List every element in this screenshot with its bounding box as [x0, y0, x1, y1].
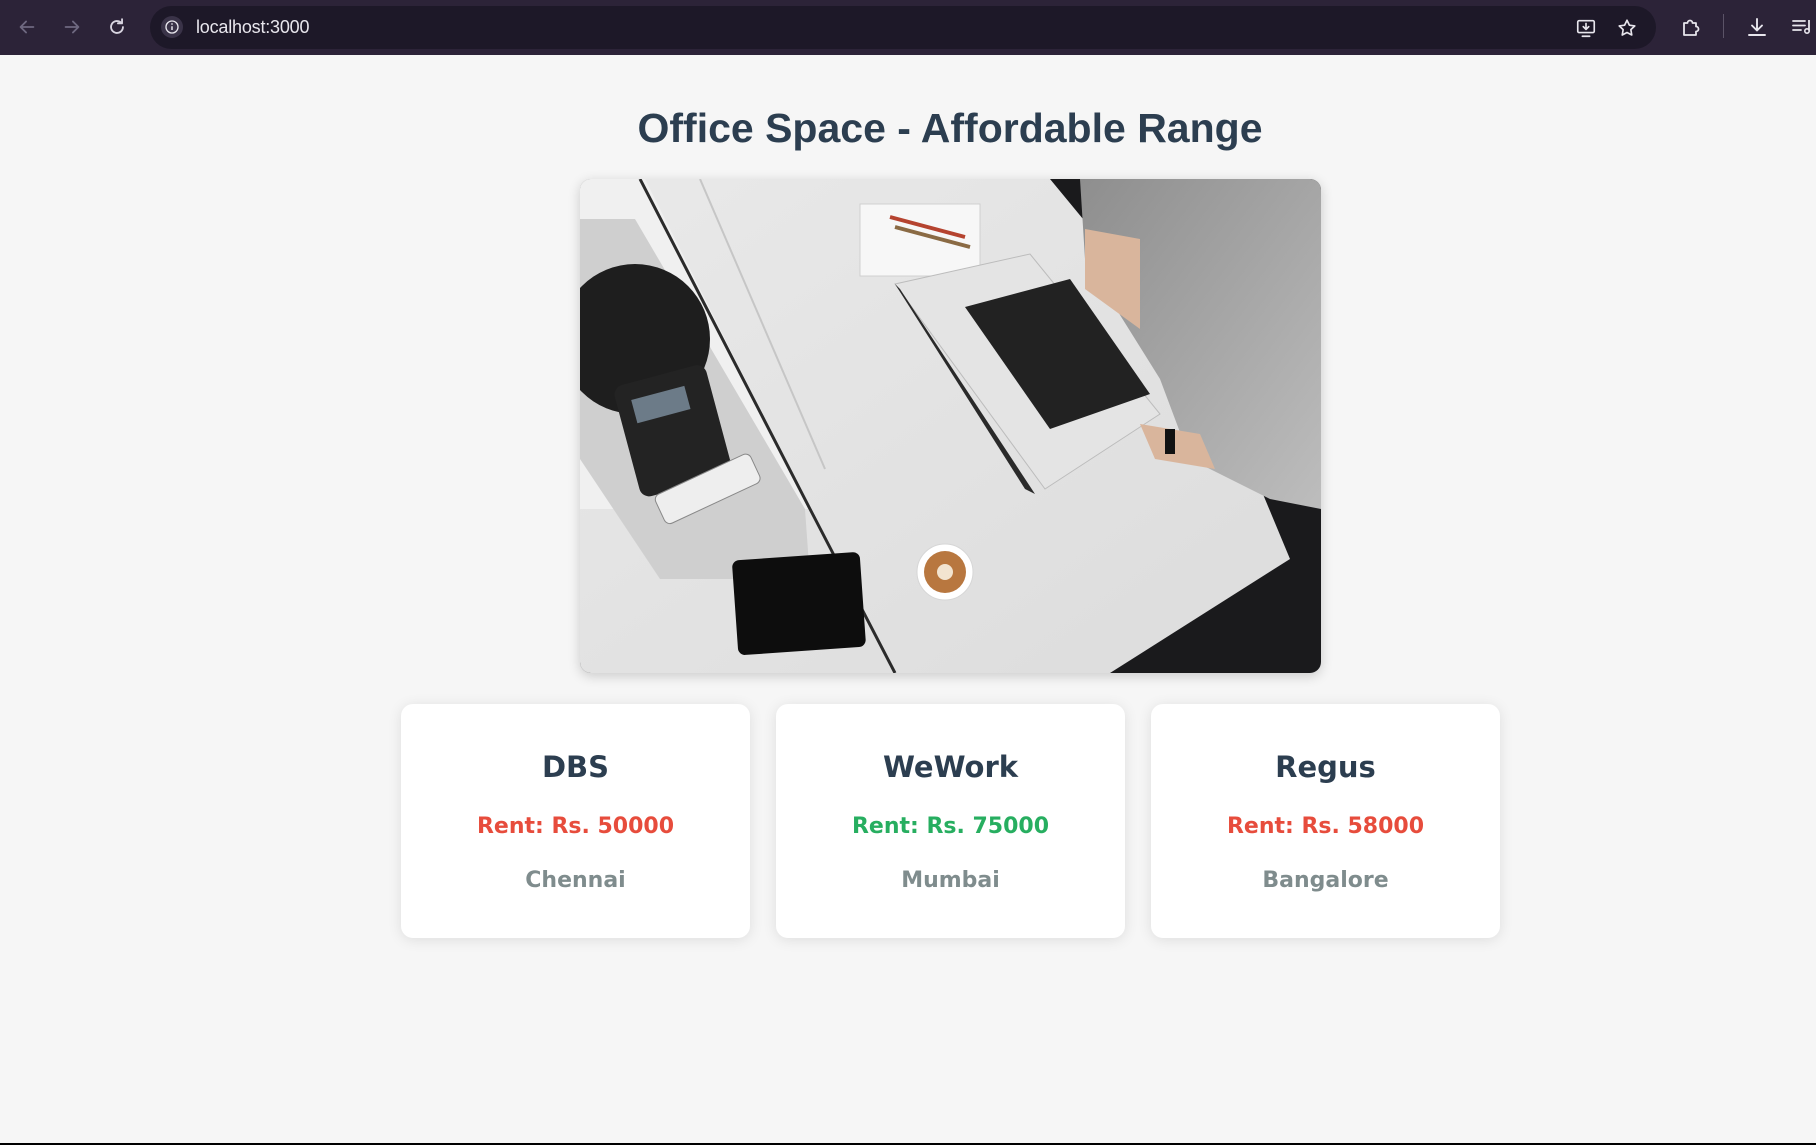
- office-name: WeWork: [882, 750, 1019, 784]
- office-city: Chennai: [525, 868, 626, 893]
- download-icon: [1748, 18, 1766, 36]
- page-title: Office Space - Affordable Range: [637, 105, 1263, 151]
- reload-icon: [110, 18, 124, 34]
- arrow-right-icon: [64, 20, 80, 34]
- office-name: Regus: [1275, 750, 1376, 784]
- downloads-button[interactable]: [1743, 13, 1771, 41]
- extensions-button[interactable]: [1677, 13, 1705, 41]
- office-hero-image: [580, 179, 1321, 673]
- office-city: Bangalore: [1262, 868, 1389, 893]
- office-card: DBS Rent: Rs. 50000 Chennai: [401, 704, 750, 938]
- forward-button[interactable]: [53, 8, 91, 46]
- puzzle-icon: [1683, 19, 1700, 36]
- browser-toolbar: localhost:3000: [0, 0, 1816, 55]
- office-city: Mumbai: [901, 868, 1000, 893]
- install-app-icon: [1576, 19, 1596, 38]
- bookmark-button[interactable]: [1615, 16, 1639, 40]
- arrow-left-icon: [19, 20, 35, 34]
- star-icon: [1618, 19, 1636, 36]
- office-card: Regus Rent: Rs. 58000 Bangalore: [1151, 704, 1500, 938]
- media-button[interactable]: [1788, 13, 1816, 41]
- url-text[interactable]: localhost:3000: [196, 17, 309, 38]
- install-app-button[interactable]: [1574, 16, 1598, 40]
- office-card: WeWork Rent: Rs. 75000 Mumbai: [776, 704, 1125, 938]
- info-icon: [165, 20, 179, 34]
- office-name: DBS: [541, 750, 610, 784]
- office-rent: Rent: Rs. 50000: [476, 814, 675, 839]
- office-rent: Rent: Rs. 58000: [1226, 814, 1425, 839]
- site-info-button[interactable]: [161, 16, 183, 38]
- media-playlist-icon: [1792, 20, 1811, 35]
- address-bar[interactable]: localhost:3000: [150, 6, 1656, 49]
- back-button[interactable]: [8, 8, 46, 46]
- toolbar-divider: [1723, 14, 1724, 38]
- reload-button[interactable]: [98, 8, 136, 46]
- office-rent: Rent: Rs. 75000: [851, 814, 1050, 839]
